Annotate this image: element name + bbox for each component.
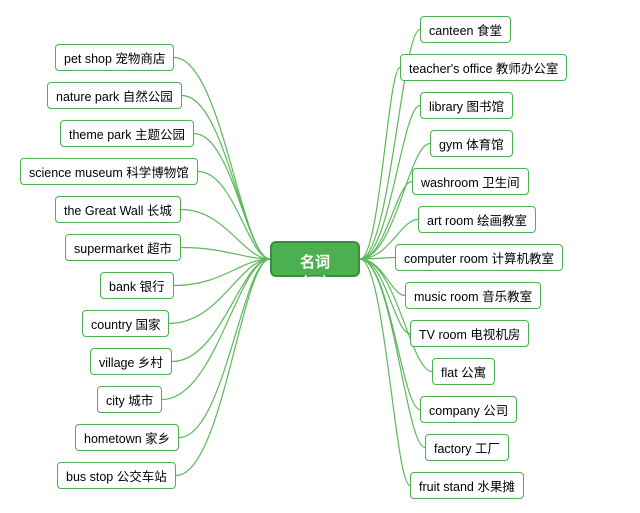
node-nature-park: nature park 自然公园 <box>47 82 182 109</box>
node-great-wall: the Great Wall 长城 <box>55 196 181 223</box>
node-gym: gym 体育馆 <box>430 130 513 157</box>
mindmap-canvas: 名词（四） pet shop 宠物商店 nature park 自然公园 the… <box>0 0 640 513</box>
node-company: company 公司 <box>420 396 517 423</box>
node-library: library 图书馆 <box>420 92 513 119</box>
node-theme-park: theme park 主题公园 <box>60 120 194 147</box>
node-hometown: hometown 家乡 <box>75 424 179 451</box>
node-bank: bank 银行 <box>100 272 174 299</box>
node-washroom: washroom 卫生间 <box>412 168 529 195</box>
node-science-museum: science museum 科学博物馆 <box>20 158 198 185</box>
node-supermarket: supermarket 超市 <box>65 234 181 261</box>
node-art-room: art room 绘画教室 <box>418 206 536 233</box>
node-tv-room: TV room 电视机房 <box>410 320 529 347</box>
node-pet-shop: pet shop 宠物商店 <box>55 44 174 71</box>
node-bus-stop: bus stop 公交车站 <box>57 462 176 489</box>
node-fruit-stand: fruit stand 水果摊 <box>410 472 524 499</box>
node-teachers-office: teacher's office 教师办公室 <box>400 54 567 81</box>
node-factory: factory 工厂 <box>425 434 509 461</box>
node-music-room: music room 音乐教室 <box>405 282 541 309</box>
center-node: 名词（四） <box>270 241 360 277</box>
node-computer-room: computer room 计算机教室 <box>395 244 563 271</box>
node-canteen: canteen 食堂 <box>420 16 511 43</box>
node-city: city 城市 <box>97 386 162 413</box>
node-village: village 乡村 <box>90 348 172 375</box>
node-flat: flat 公寓 <box>432 358 495 385</box>
node-country: country 国家 <box>82 310 169 337</box>
